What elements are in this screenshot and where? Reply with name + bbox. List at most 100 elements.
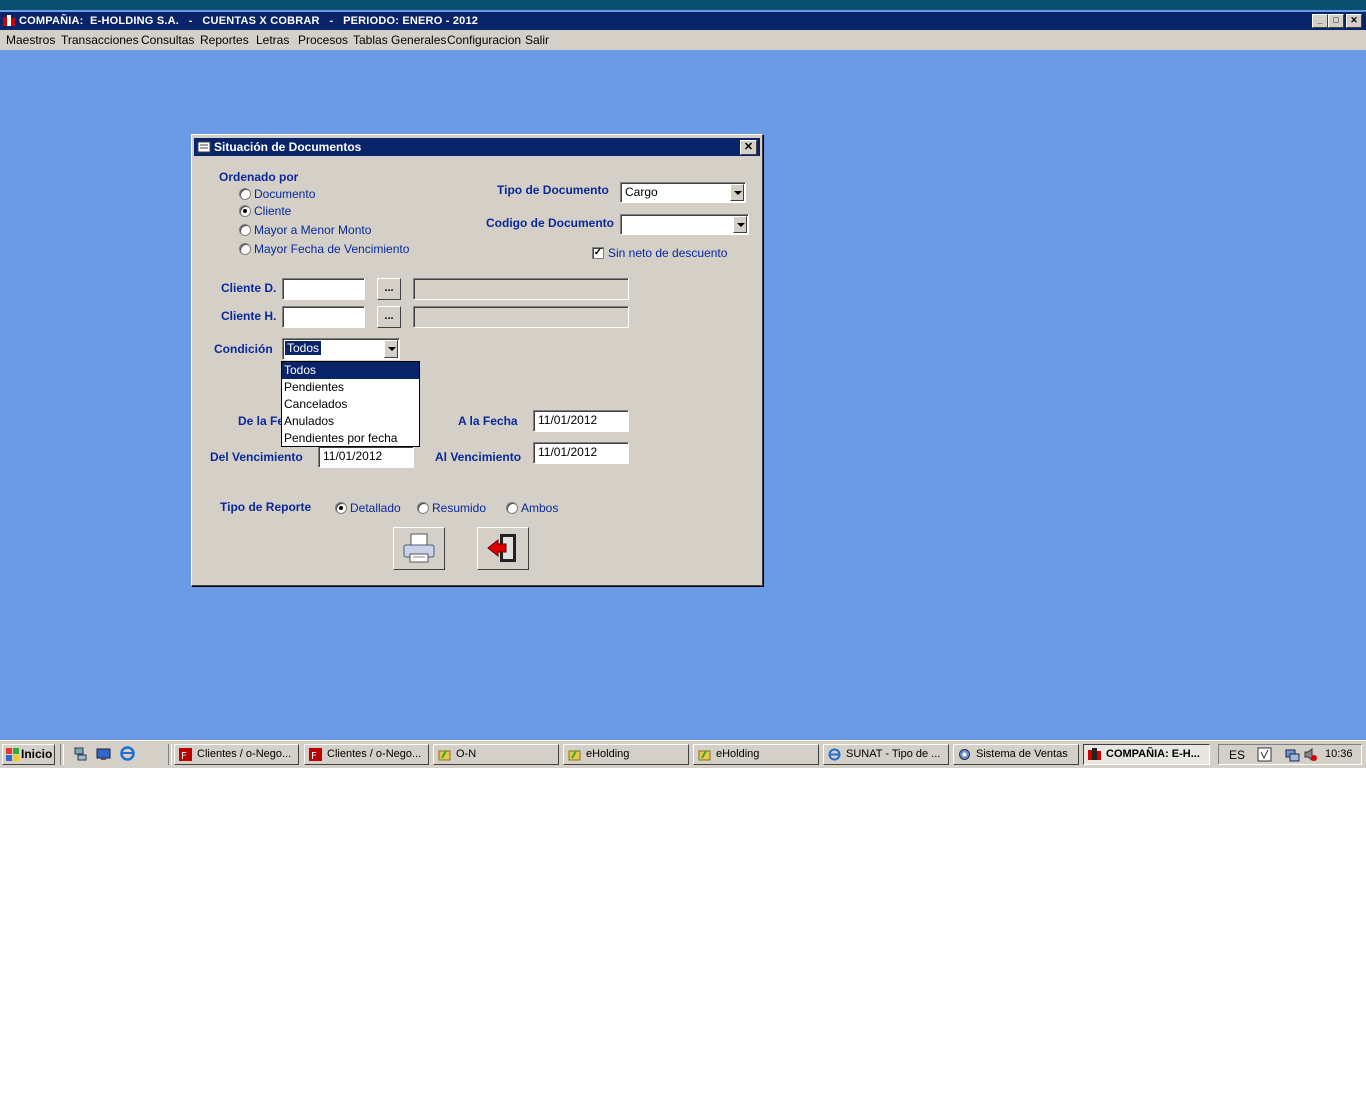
system-tray: ES 10:36 bbox=[1218, 744, 1362, 765]
tipo-documento-select[interactable]: Cargo bbox=[620, 182, 746, 203]
reporte-detallado-label[interactable]: Detallado bbox=[350, 501, 401, 515]
dialog-title: Situación de Documentos bbox=[214, 140, 362, 154]
task-sistema-ventas[interactable]: Sistema de Ventas bbox=[953, 744, 1079, 765]
codigo-documento-label: Codigo de Documento bbox=[486, 216, 614, 230]
sin-neto-checkbox[interactable]: ✓ bbox=[592, 247, 604, 259]
task-o-n[interactable]: O-N bbox=[433, 744, 559, 765]
chevron-down-icon[interactable] bbox=[384, 340, 398, 358]
order-monto-radio[interactable] bbox=[239, 224, 251, 236]
order-vencimiento-label[interactable]: Mayor Fecha de Vencimiento bbox=[254, 242, 409, 256]
print-button[interactable] bbox=[393, 527, 445, 570]
al-vencimiento-input[interactable]: 11/01/2012 bbox=[533, 442, 629, 464]
menu-procesos[interactable]: Procesos bbox=[298, 33, 348, 47]
start-label: Inicio bbox=[21, 747, 53, 761]
condicion-label: Condición bbox=[214, 342, 273, 356]
task-eholding-2[interactable]: eHolding bbox=[693, 744, 819, 765]
task-eholding-1[interactable]: eHolding bbox=[563, 744, 689, 765]
sin-neto-label[interactable]: Sin neto de descuento bbox=[608, 246, 727, 260]
document-icon bbox=[197, 141, 211, 153]
internet-explorer-icon bbox=[828, 748, 841, 761]
menu-maestros[interactable]: Maestros bbox=[6, 33, 55, 47]
exit-door-icon bbox=[487, 534, 516, 562]
task-compania-active[interactable]: COMPAÑIA: E-H... bbox=[1083, 744, 1210, 765]
condicion-option-pendientes-fecha[interactable]: Pendientes por fecha bbox=[282, 430, 419, 447]
cliente-d-label: Cliente D. bbox=[221, 281, 277, 295]
order-documento-label[interactable]: Documento bbox=[254, 187, 315, 201]
order-monto-label[interactable]: Mayor a Menor Monto bbox=[254, 223, 371, 237]
cliente-h-name-field bbox=[413, 306, 629, 328]
menu-bar: Maestros Transacciones Consultas Reporte… bbox=[0, 30, 1366, 50]
taskbar-separator bbox=[168, 744, 172, 765]
order-cliente-radio[interactable] bbox=[239, 205, 251, 217]
condicion-dropdown-list: Todos Pendientes Cancelados Anulados Pen… bbox=[281, 361, 420, 447]
task-label: SUNAT - Tipo de ... bbox=[846, 748, 941, 760]
show-desktop-icon[interactable] bbox=[96, 746, 111, 761]
app-icon bbox=[1088, 748, 1101, 760]
condicion-select[interactable]: Todos bbox=[282, 338, 400, 360]
task-label: Sistema de Ventas bbox=[976, 748, 1068, 760]
app-title: COMPAÑIA: E-HOLDING S.A. - CUENTAS X COB… bbox=[19, 15, 479, 27]
app-title-bar: COMPAÑIA: E-HOLDING S.A. - CUENTAS X COB… bbox=[0, 12, 1366, 30]
task-sunat[interactable]: SUNAT - Tipo de ... bbox=[823, 744, 949, 765]
de-fecha-label: De la Fe bbox=[238, 414, 285, 428]
order-documento-radio[interactable] bbox=[239, 188, 251, 200]
order-vencimiento-radio[interactable] bbox=[239, 243, 251, 255]
chevron-down-icon[interactable] bbox=[733, 216, 747, 233]
reporte-ambos-radio[interactable] bbox=[506, 502, 518, 514]
internet-explorer-icon[interactable] bbox=[120, 746, 135, 761]
condicion-option-anulados[interactable]: Anulados bbox=[282, 413, 419, 430]
reporte-resumido-radio[interactable] bbox=[417, 502, 429, 514]
keyboard-icon[interactable] bbox=[1257, 747, 1272, 762]
task-filezilla-2[interactable]: F Clientes / o-Nego... bbox=[304, 744, 429, 765]
condicion-value: Todos bbox=[285, 341, 322, 355]
svg-text:F: F bbox=[311, 751, 317, 761]
svg-text:F: F bbox=[181, 751, 187, 761]
gear-icon bbox=[959, 749, 970, 760]
condicion-option-cancelados[interactable]: Cancelados bbox=[282, 396, 419, 413]
task-label: O-N bbox=[456, 748, 477, 760]
condicion-option-pendientes[interactable]: Pendientes bbox=[282, 379, 419, 396]
folder-icon bbox=[568, 750, 581, 761]
close-window-button[interactable]: ✕ bbox=[1346, 14, 1362, 28]
printer-icon bbox=[403, 533, 435, 563]
network-status-icon[interactable] bbox=[1285, 747, 1300, 762]
menu-tablas-generales[interactable]: Tablas Generales bbox=[353, 33, 446, 47]
menu-configuracion[interactable]: Configuracion bbox=[447, 33, 521, 47]
menu-salir[interactable]: Salir bbox=[525, 33, 549, 47]
exit-button[interactable] bbox=[477, 527, 529, 570]
menu-letras[interactable]: Letras bbox=[256, 33, 289, 47]
menu-reportes[interactable]: Reportes bbox=[200, 33, 249, 47]
al-vencimiento-label: Al Vencimiento bbox=[435, 450, 522, 464]
task-label: eHolding bbox=[586, 748, 630, 760]
volume-muted-icon[interactable] bbox=[1303, 747, 1318, 762]
cliente-h-browse-button[interactable]: ... bbox=[377, 306, 401, 328]
menu-consultas[interactable]: Consultas bbox=[141, 33, 194, 47]
cliente-h-input[interactable] bbox=[282, 306, 365, 328]
codigo-documento-select[interactable] bbox=[620, 214, 749, 235]
reporte-resumido-label[interactable]: Resumido bbox=[432, 501, 486, 515]
cliente-d-browse-button[interactable]: ... bbox=[377, 278, 401, 300]
start-button[interactable]: Inicio bbox=[2, 744, 55, 765]
task-filezilla-1[interactable]: F Clientes / o-Nego... bbox=[174, 744, 299, 765]
clock: 10:36 bbox=[1325, 748, 1353, 760]
order-cliente-label[interactable]: Cliente bbox=[254, 204, 291, 218]
minimize-button[interactable]: _ bbox=[1312, 14, 1328, 28]
taskbar-separator bbox=[60, 744, 64, 765]
network-icon[interactable] bbox=[73, 746, 88, 761]
cliente-d-input[interactable] bbox=[282, 278, 365, 300]
filezilla-icon: F bbox=[179, 748, 192, 761]
language-indicator[interactable]: ES bbox=[1229, 748, 1245, 762]
a-fecha-input[interactable]: 11/01/2012 bbox=[533, 410, 629, 432]
cliente-d-name-field bbox=[413, 278, 629, 300]
reporte-detallado-radio[interactable] bbox=[335, 502, 347, 514]
dialog-title-bar[interactable]: Situación de Documentos ✕ bbox=[194, 138, 760, 156]
dialog-close-button[interactable]: ✕ bbox=[740, 140, 757, 155]
condicion-option-todos[interactable]: Todos bbox=[282, 362, 419, 379]
tipo-documento-value: Cargo bbox=[625, 185, 658, 199]
folder-icon bbox=[698, 750, 711, 761]
maximize-button[interactable]: □ bbox=[1328, 14, 1344, 28]
menu-transacciones[interactable]: Transacciones bbox=[61, 33, 139, 47]
chevron-down-icon[interactable] bbox=[730, 184, 744, 201]
del-vencimiento-input[interactable]: 11/01/2012 bbox=[318, 446, 414, 468]
reporte-ambos-label[interactable]: Ambos bbox=[521, 501, 558, 515]
